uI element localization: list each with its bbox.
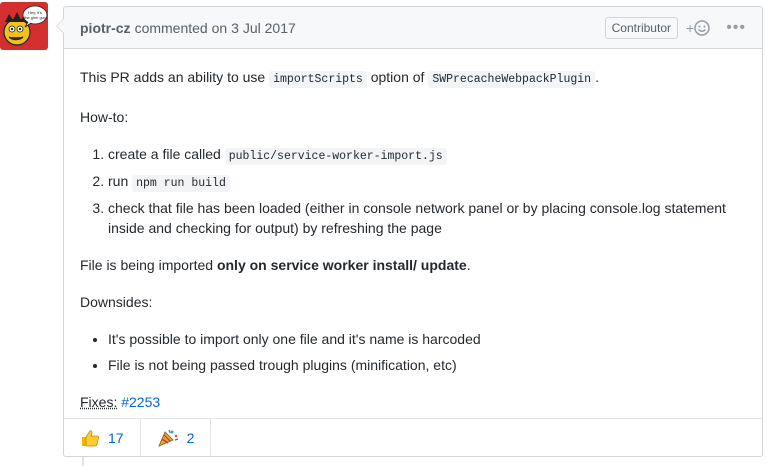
import-text: File is being imported (80, 257, 217, 273)
import-bold-text: only on service worker install/ update (216, 257, 467, 273)
list-item: It's possible to import only one file an… (108, 329, 746, 349)
plugin-code: SWPrecacheWebpackPlugin (428, 71, 596, 88)
downsides-label: Downsides: (80, 294, 153, 310)
list-item: run npm run build (108, 171, 746, 194)
comment-body: This PR adds an ability to use importScr… (64, 49, 762, 412)
list-item: check that file has been loaded (either … (108, 198, 746, 238)
timeline-line (82, 457, 84, 466)
smiley-icon (694, 19, 710, 36)
step-text: check that file has been loaded (either … (108, 200, 726, 236)
reactions-bar: 17 2 (64, 418, 762, 456)
intro-suffix: . (595, 69, 599, 85)
comment-action: commented on (134, 19, 228, 36)
step-code: npm run build (132, 175, 230, 192)
howto-label: How-to: (80, 109, 129, 125)
step-text: create a file called (108, 146, 225, 162)
issue-link[interactable]: #2253 (121, 394, 160, 410)
list-item: create a file called public/service-work… (108, 144, 746, 167)
step-code: public/service-worker-import.js (224, 148, 447, 165)
reaction-thumbs-up[interactable]: 17 (64, 419, 141, 456)
intro-mid-text: option of (366, 69, 429, 85)
reaction-hooray[interactable]: 2 (141, 419, 212, 456)
import-paragraph: File is being imported only on service w… (80, 255, 746, 275)
add-reaction-button[interactable]: + (686, 20, 710, 36)
intro-paragraph: This PR adds an ability to use importScr… (80, 67, 746, 90)
avatar[interactable]: Hey, it's the ginn guy (0, 2, 48, 50)
more-options-button[interactable]: ••• (726, 19, 746, 37)
contributor-badge: Contributor (604, 16, 678, 39)
fixes-label: Fixes: (80, 394, 118, 410)
import-suffix: . (466, 257, 471, 273)
fixes-line: Fixes: #2253 (80, 392, 746, 412)
comment-author[interactable]: piotr-cz (80, 20, 131, 36)
comment-box: piotr-cz commented on 3 Jul 2017 Contrib… (56, 6, 763, 457)
intro-text: This PR adds an ability to use (80, 69, 270, 85)
list-item: File is not being passed trough plugins … (108, 355, 746, 375)
comment-date[interactable]: 3 Jul 2017 (231, 20, 296, 36)
thumbs-up-icon (82, 429, 99, 446)
step-text: run (108, 173, 133, 189)
reaction-count: 17 (108, 429, 124, 446)
comment-header: piotr-cz commented on 3 Jul 2017 Contrib… (64, 7, 762, 49)
import-scripts-code: importScripts (269, 71, 367, 88)
steps-list: create a file called public/service-work… (80, 144, 746, 238)
party-popper-icon (157, 429, 178, 447)
avatar-bubble-line2: the ginn guy (24, 15, 46, 20)
reaction-count: 2 (186, 429, 195, 446)
downsides-list: It's possible to import only one file an… (80, 329, 746, 375)
plus-label: + (686, 19, 695, 36)
